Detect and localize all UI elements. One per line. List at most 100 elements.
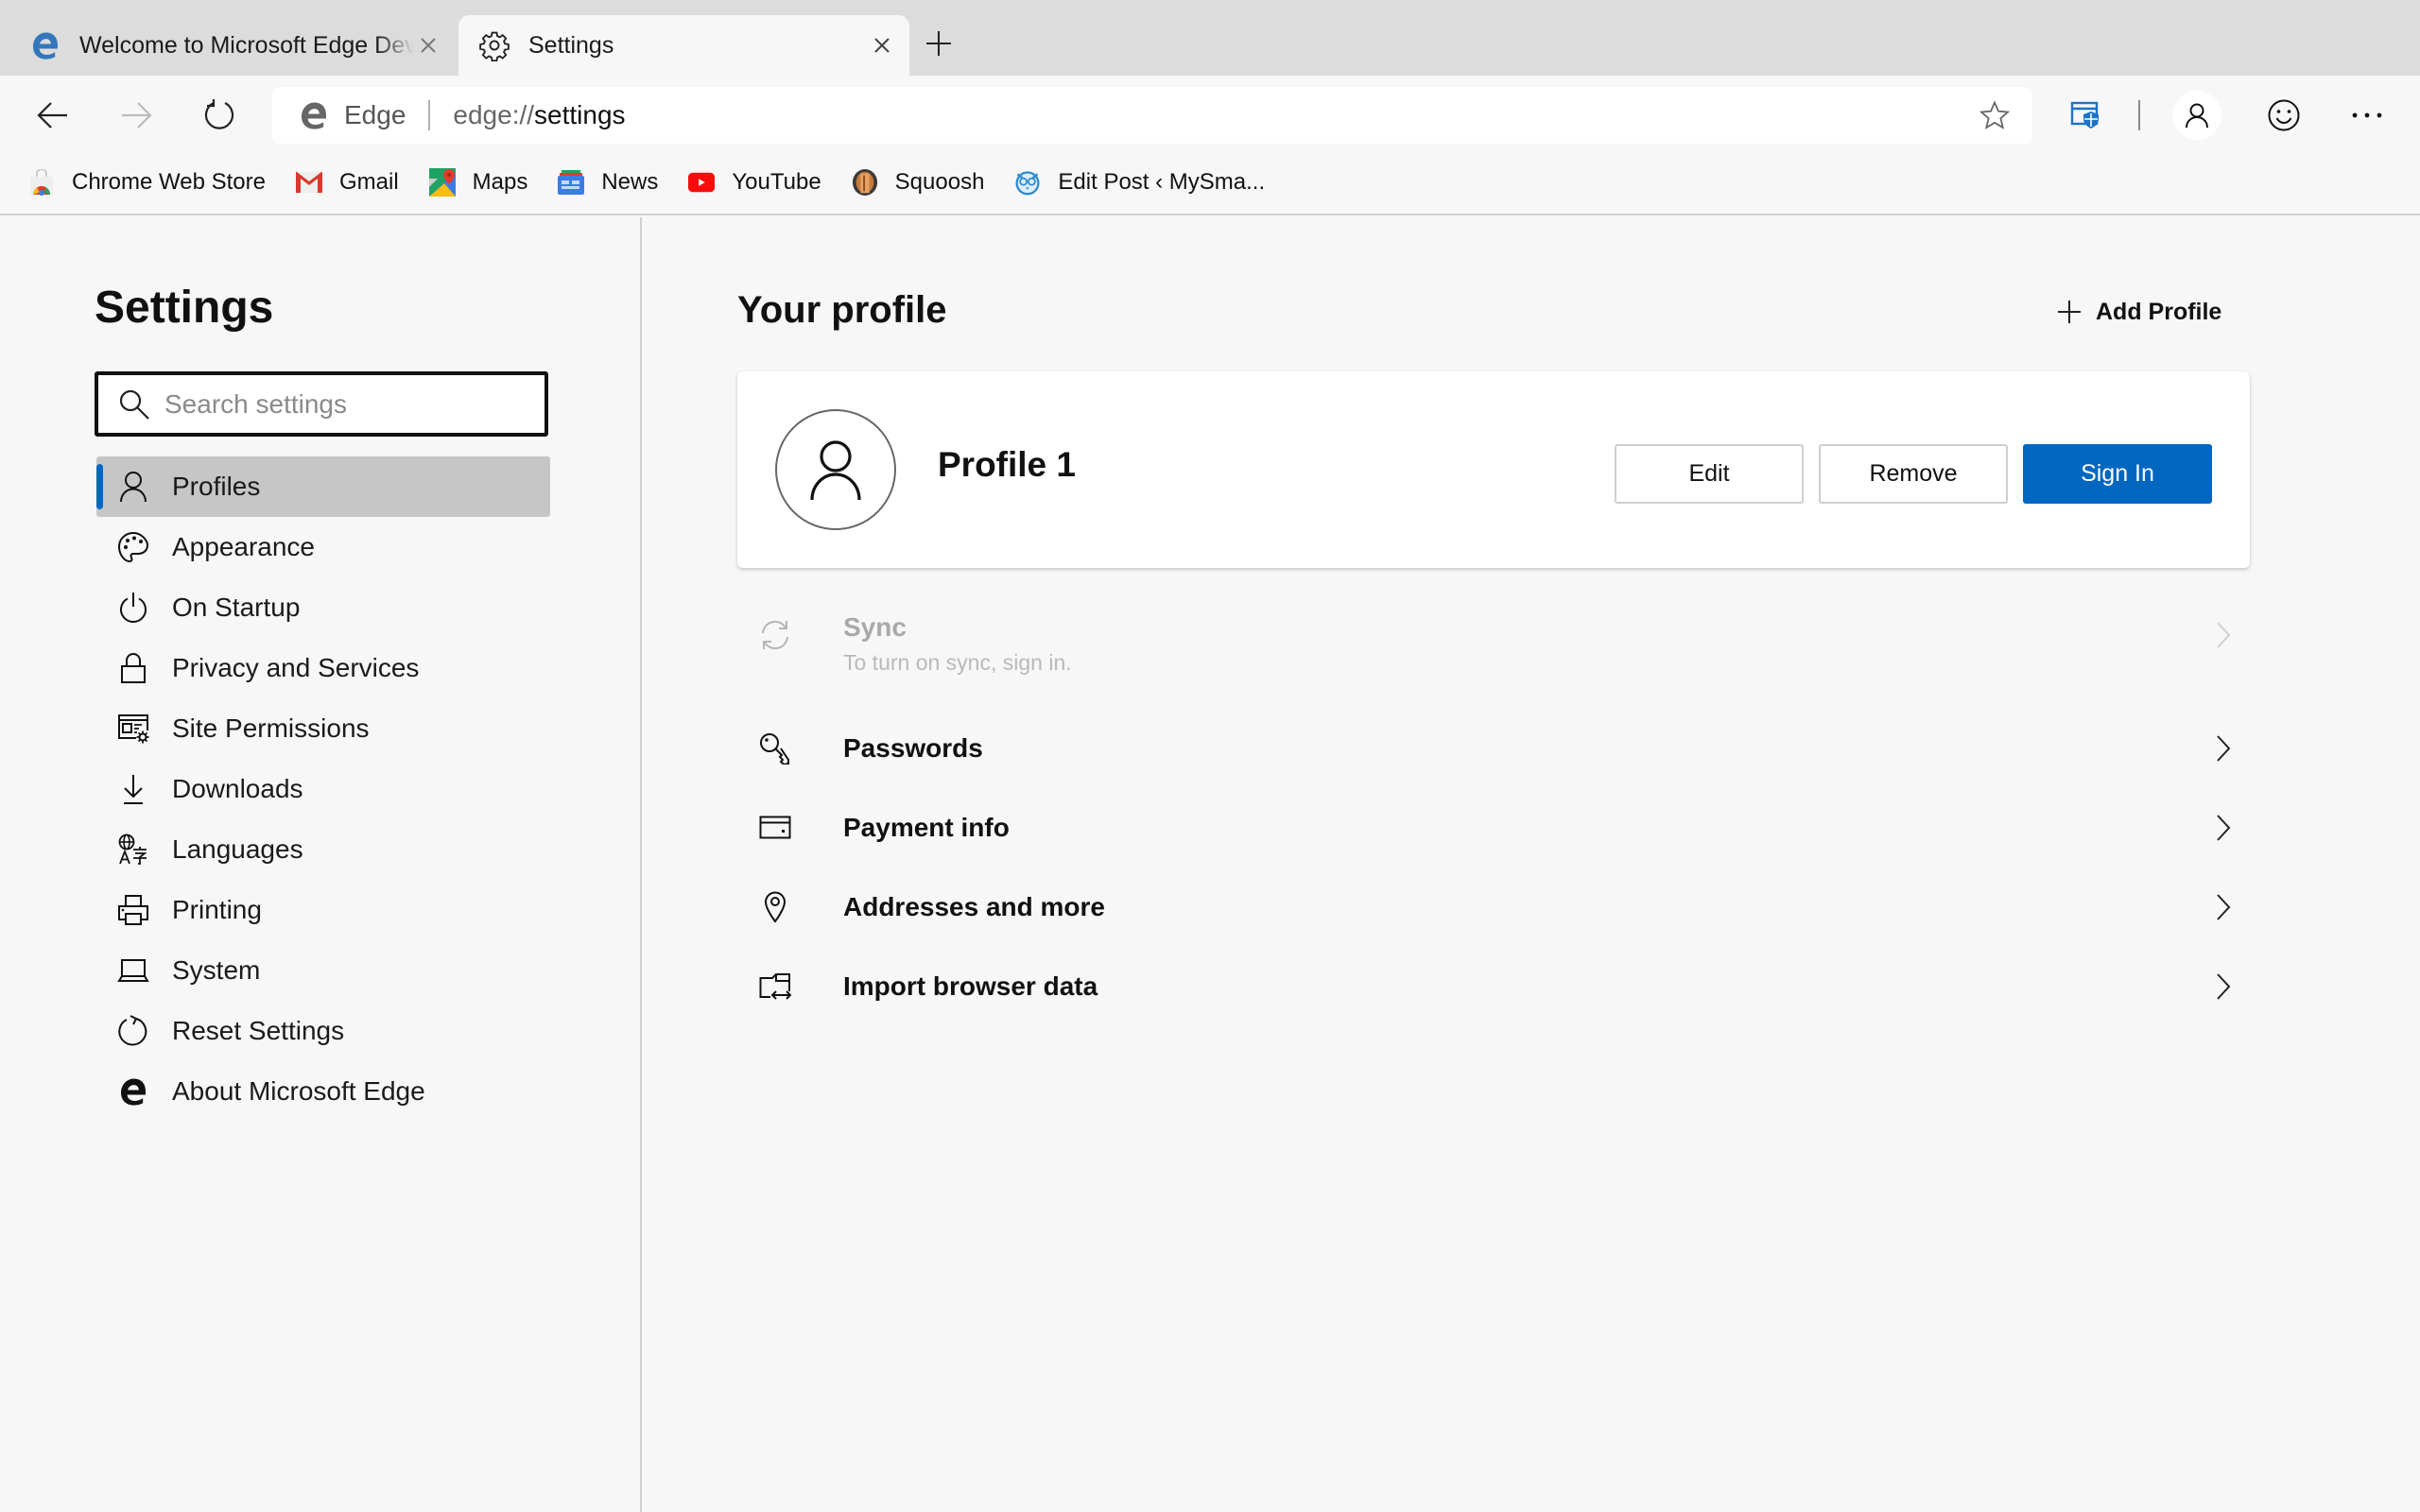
new-tab-button[interactable]: [922, 26, 956, 60]
close-tab-icon[interactable]: [868, 31, 896, 60]
sidebar-item-appearance[interactable]: Appearance: [96, 517, 550, 577]
sidebar-item-printing[interactable]: Printing: [96, 880, 550, 940]
sidebar-item-site-permissions[interactable]: Site Permissions: [96, 698, 550, 759]
list-item-payment-info[interactable]: Payment info: [737, 788, 2250, 868]
tab-title: Settings: [528, 31, 614, 59]
add-profile-button[interactable]: Add Profile: [2056, 293, 2221, 331]
profile-button[interactable]: [2172, 91, 2221, 140]
list-item-addresses[interactable]: Addresses and more: [737, 868, 2250, 947]
import-icon: [756, 968, 794, 1005]
printer-icon: [117, 894, 149, 926]
maps-icon: [428, 168, 456, 197]
feedback-button[interactable]: [2263, 94, 2305, 136]
bookmarks-bar: Chrome Web Store Gmail Maps News YouTube…: [0, 151, 2420, 215]
sidebar-item-profiles[interactable]: Profiles: [96, 456, 550, 517]
row-title: Payment info: [843, 813, 1010, 842]
sidebar-item-label: Privacy and Services: [172, 653, 420, 682]
plus-icon: [926, 31, 951, 56]
edge-logo-icon: [28, 28, 62, 62]
site-identity: Edge: [344, 100, 406, 129]
bookmark-maps[interactable]: Maps: [428, 162, 528, 203]
list-item-sync[interactable]: Sync To turn on sync, sign in.: [737, 595, 2250, 709]
sync-icon: [756, 616, 794, 654]
edge-logo-icon: [299, 100, 329, 130]
row-title: Addresses and more: [843, 892, 1105, 921]
chrome-web-store-icon: [28, 169, 55, 196]
smiley-icon: [2268, 99, 2300, 131]
squoosh-icon: [852, 169, 878, 196]
row-text: Addresses and more: [843, 892, 1105, 922]
bookmark-edit-post[interactable]: Edit Post ‹ MySma...: [1014, 162, 1265, 203]
sidebar-item-languages[interactable]: Languages: [96, 819, 550, 880]
sidebar-title: Settings: [95, 283, 274, 333]
profile-name: Profile 1: [938, 445, 1076, 484]
sidebar-item-privacy[interactable]: Privacy and Services: [96, 638, 550, 698]
edit-profile-button[interactable]: Edit: [1615, 444, 1804, 504]
bookmark-youtube[interactable]: YouTube: [688, 162, 821, 203]
tab-strip: Welcome to Microsoft Edge Dev Settings: [0, 0, 2420, 76]
list-item-passwords[interactable]: Passwords: [737, 709, 2250, 788]
sign-in-button[interactable]: Sign In: [2023, 444, 2212, 504]
sidebar-item-reset[interactable]: Reset Settings: [96, 1001, 550, 1061]
power-icon: [117, 592, 149, 624]
tab-settings[interactable]: Settings: [458, 15, 909, 76]
bookmark-squoosh[interactable]: Squoosh: [852, 162, 985, 203]
edge-logo-icon: [117, 1075, 149, 1108]
chevron-right-icon: [2212, 813, 2235, 843]
sidebar-item-system[interactable]: System: [96, 940, 550, 1001]
address-bar[interactable]: Edge edge://settings: [272, 87, 2032, 144]
bookmark-label: Squoosh: [894, 169, 985, 195]
row-text: Payment info: [843, 813, 1010, 843]
site-permissions-icon: [117, 713, 149, 745]
bookmark-gmail[interactable]: Gmail: [295, 162, 399, 203]
sidebar-item-label: Languages: [172, 834, 303, 864]
remove-profile-button[interactable]: Remove: [1819, 444, 2008, 504]
search-input[interactable]: [164, 388, 544, 420]
add-profile-label: Add Profile: [2096, 298, 2222, 325]
close-tab-icon[interactable]: [414, 31, 442, 60]
list-item-import-data[interactable]: Import browser data: [737, 947, 2250, 1026]
search-icon: [117, 387, 151, 421]
profile-settings-list: Sync To turn on sync, sign in. Passwords: [737, 595, 2250, 1026]
url-text[interactable]: edge://settings: [453, 100, 625, 130]
chevron-right-icon: [2212, 892, 2235, 922]
sidebar-item-downloads[interactable]: Downloads: [96, 759, 550, 819]
palette-icon: [117, 531, 149, 563]
sidebar-item-label: Downloads: [172, 774, 303, 803]
bookmark-label: Maps: [472, 169, 528, 195]
profile-card: Profile 1 Edit Remove Sign In: [737, 371, 2250, 568]
sidebar-item-about[interactable]: About Microsoft Edge: [96, 1061, 550, 1122]
location-pin-icon: [756, 888, 794, 926]
lock-icon: [117, 652, 149, 684]
bookmark-label: Gmail: [338, 169, 399, 195]
url-path: settings: [534, 100, 626, 129]
person-icon: [117, 471, 149, 503]
row-subtitle: To turn on sync, sign in.: [843, 650, 1072, 675]
chevron-right-icon: [2212, 620, 2235, 650]
address-separator: [428, 100, 431, 130]
chevron-right-icon: [2212, 971, 2235, 1002]
bookmark-news[interactable]: News: [558, 162, 658, 203]
sidebar-item-on-startup[interactable]: On Startup: [96, 577, 550, 638]
forward-button[interactable]: [115, 94, 157, 136]
avatar: [775, 409, 896, 530]
search-box[interactable]: [95, 371, 548, 437]
reset-icon: [117, 1015, 149, 1047]
tab-welcome[interactable]: Welcome to Microsoft Edge Dev: [19, 15, 456, 76]
favorite-star-icon[interactable]: [1979, 100, 2010, 130]
refresh-button[interactable]: [199, 94, 240, 136]
sidebar-item-label: Site Permissions: [172, 713, 370, 743]
row-text: Import browser data: [843, 971, 1098, 1002]
person-icon: [810, 440, 861, 501]
laptop-icon: [117, 954, 149, 987]
youtube-icon: [688, 169, 716, 196]
bookmark-label: YouTube: [732, 169, 821, 195]
bookmark-chrome-web-store[interactable]: Chrome Web Store: [28, 162, 266, 203]
more-menu-button[interactable]: [2346, 94, 2388, 136]
row-text: Sync To turn on sync, sign in.: [843, 612, 1072, 676]
arrow-right-icon: [122, 102, 152, 129]
sidebar-item-label: On Startup: [172, 593, 301, 622]
back-button[interactable]: [32, 94, 74, 136]
bookmark-label: Chrome Web Store: [72, 169, 266, 195]
tracking-prevention-button[interactable]: [2065, 94, 2106, 136]
